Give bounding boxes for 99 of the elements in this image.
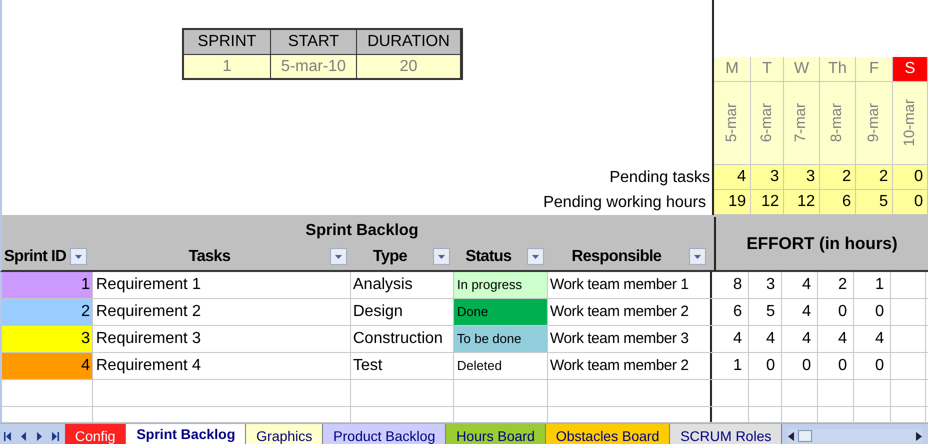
scrollbar[interactable] bbox=[788, 429, 922, 443]
table-cell: 8 bbox=[712, 272, 749, 298]
sheet-tab[interactable]: Product Backlog bbox=[323, 424, 446, 444]
table-cell: 5 bbox=[856, 190, 893, 215]
table-cell: 1 bbox=[2, 272, 93, 298]
filter-button[interactable] bbox=[70, 248, 88, 265]
table-cell: 20 bbox=[357, 55, 461, 78]
table-header: DURATION bbox=[357, 30, 461, 55]
table-cell: 2 bbox=[2, 299, 93, 325]
table-cell: 3 bbox=[749, 272, 782, 298]
sheet-tab[interactable]: SCRUM Roles bbox=[670, 424, 782, 444]
row-label: Pending tasks bbox=[609, 168, 710, 188]
table-cell: 1 bbox=[184, 55, 271, 78]
table-cell: 0 bbox=[782, 353, 818, 379]
filter-button[interactable] bbox=[433, 248, 450, 265]
table-cell: 2 bbox=[856, 165, 893, 190]
table-cell: 0 bbox=[818, 299, 854, 325]
table-cell: Requirement 2 bbox=[93, 299, 351, 325]
table-cell: 4 bbox=[782, 326, 818, 352]
table-cell: 0 bbox=[893, 165, 928, 190]
caret-icon bbox=[532, 254, 539, 258]
column-header: Sprint ID bbox=[4, 246, 66, 266]
date-label: 8-mar bbox=[827, 103, 846, 143]
table-cell: 2 bbox=[818, 272, 854, 298]
table-cell-text: Work team member 3 bbox=[549, 328, 690, 349]
table-title: EFFORT (in hours) bbox=[746, 232, 898, 255]
caret-icon bbox=[438, 254, 445, 258]
table-cell: 4 bbox=[712, 326, 749, 352]
day-header: F bbox=[856, 57, 893, 82]
column-header: Type bbox=[372, 246, 408, 266]
table-cell: Requirement 1 bbox=[93, 272, 351, 298]
status-cell: In progress bbox=[454, 272, 548, 298]
scroll-left-icon[interactable] bbox=[788, 432, 794, 440]
table-cell: 1 bbox=[854, 272, 891, 298]
table-cell: 12 bbox=[784, 190, 820, 215]
table-cell: 5-mar-10 bbox=[271, 55, 357, 78]
table-cell-text: Work team member 2 bbox=[549, 302, 690, 322]
day-header: S bbox=[893, 57, 928, 82]
filter-button[interactable] bbox=[330, 248, 347, 265]
table-cell: 4 bbox=[782, 299, 818, 325]
caret-icon bbox=[75, 254, 82, 258]
date-label: 6-mar bbox=[756, 103, 776, 143]
last-sheet-icon[interactable] bbox=[52, 432, 59, 440]
table-cell: 1 bbox=[712, 353, 749, 379]
table-cell-text: Work team member 1 bbox=[549, 274, 690, 295]
caret-icon bbox=[335, 254, 342, 258]
table-cell: 0 bbox=[749, 353, 782, 379]
table-cell: 0 bbox=[854, 353, 891, 379]
date-label: 9-mar bbox=[864, 103, 883, 143]
day-header: Th bbox=[820, 57, 856, 82]
table-cell: 4 bbox=[854, 326, 891, 352]
table-cell: 0 bbox=[854, 299, 891, 325]
sheet-tab[interactable]: Hours Board bbox=[446, 424, 546, 444]
table-cell: 4 bbox=[818, 326, 854, 352]
row-label: Pending working hours bbox=[543, 192, 706, 212]
table-cell: 2 bbox=[820, 165, 856, 190]
filter-button[interactable] bbox=[689, 248, 706, 265]
day-header: T bbox=[751, 57, 784, 82]
next-sheet-icon[interactable] bbox=[36, 432, 43, 440]
column-header: Status bbox=[464, 246, 512, 266]
sheet-tab[interactable]: Obstacles Board bbox=[546, 424, 670, 444]
previous-sheet-icon[interactable] bbox=[20, 432, 27, 440]
sheet-tab[interactable]: Config bbox=[65, 424, 126, 444]
scroll-right-icon[interactable] bbox=[916, 432, 922, 440]
table-cell-text: Work team member 2 bbox=[549, 356, 690, 376]
day-header: M bbox=[714, 57, 751, 82]
table-cell: 6 bbox=[712, 299, 749, 325]
first-sheet-icon[interactable] bbox=[4, 432, 11, 440]
table-title: Sprint Backlog bbox=[306, 221, 418, 242]
status-cell: To be done bbox=[454, 326, 548, 352]
table-cell: Requirement 3 bbox=[93, 326, 351, 352]
caret-icon bbox=[694, 254, 701, 258]
table-cell: 4 bbox=[782, 272, 818, 298]
table-cell: 4 bbox=[2, 353, 93, 379]
date-label: 10-mar bbox=[900, 99, 919, 147]
table-cell: 5 bbox=[749, 299, 782, 325]
column-header: Responsible bbox=[570, 246, 662, 266]
filter-button[interactable] bbox=[527, 248, 544, 265]
table-cell: 12 bbox=[751, 190, 784, 215]
date-label: 5-mar bbox=[722, 103, 741, 143]
table-cell: 0 bbox=[893, 190, 928, 215]
table-cell: Requirement 4 bbox=[93, 353, 351, 379]
sheet-tab[interactable]: Sprint Backlog bbox=[126, 424, 246, 444]
table-cell: 3 bbox=[751, 165, 784, 190]
column-header: Tasks bbox=[188, 246, 232, 266]
table-cell: 0 bbox=[818, 353, 854, 379]
table-cell: 6 bbox=[820, 190, 856, 215]
status-cell: Done bbox=[454, 299, 548, 325]
table-cell: 3 bbox=[2, 326, 93, 352]
table-cell: 3 bbox=[784, 165, 820, 190]
table-header: SPRINT bbox=[184, 30, 271, 55]
table-cell: 19 bbox=[714, 190, 751, 215]
sheet-tab[interactable]: Graphics bbox=[246, 424, 324, 444]
date-label: 7-mar bbox=[791, 103, 810, 143]
table-cell: 4 bbox=[749, 326, 782, 352]
table-cell: 4 bbox=[714, 165, 751, 190]
scroll-thumb[interactable] bbox=[798, 430, 812, 442]
day-header: W bbox=[784, 57, 820, 82]
table-header: START bbox=[271, 30, 357, 55]
